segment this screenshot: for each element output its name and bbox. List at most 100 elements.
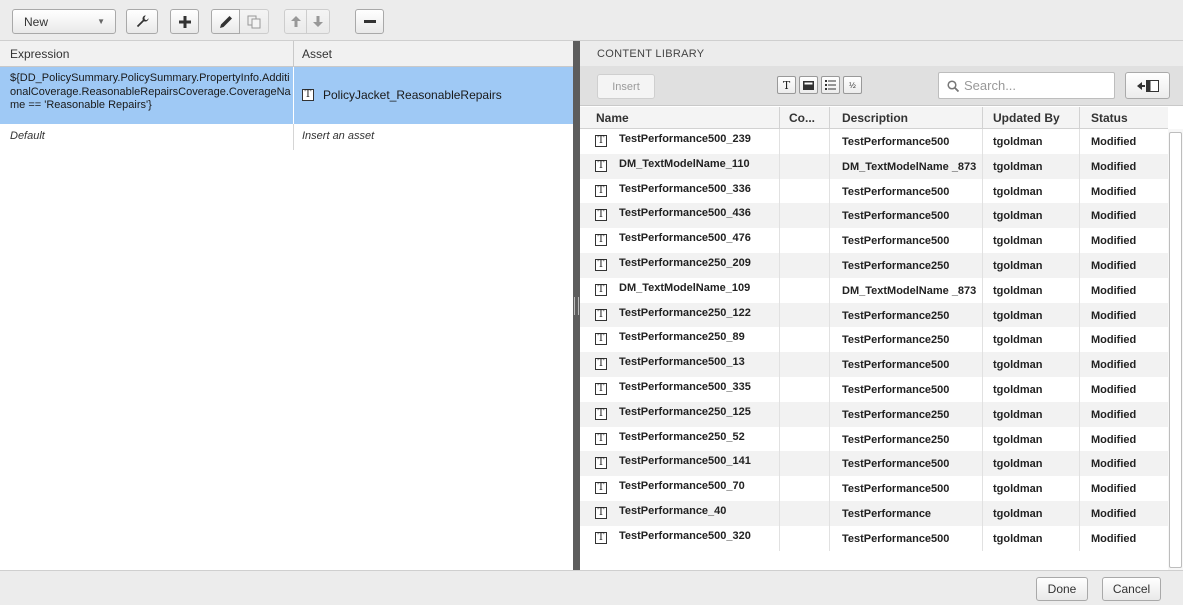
- filter-text-button[interactable]: T: [777, 76, 796, 94]
- search-box[interactable]: [938, 72, 1115, 99]
- table-row[interactable]: T DM_TextModelName_110 DM_TextModelName _8…: [580, 153, 1168, 179]
- move-down-button[interactable]: [307, 9, 330, 34]
- insert-asset-placeholder[interactable]: Insert an asset: [302, 130, 374, 142]
- table-row[interactable]: T TestPerformance500_335 TestPerformance50…: [580, 377, 1168, 402]
- filter-image-button[interactable]: [799, 76, 818, 94]
- text-asset-icon: T: [595, 159, 607, 172]
- cancel-button[interactable]: Cancel: [1102, 577, 1161, 601]
- table-row[interactable]: T TestPerformance250_209 TestPerformance25…: [580, 253, 1168, 278]
- column-divider: [1079, 228, 1080, 253]
- new-dropdown-label: New: [24, 14, 49, 29]
- column-divider: [1079, 426, 1080, 452]
- text-asset-icon: T: [595, 457, 607, 470]
- row-status: Modified: [1091, 185, 1137, 198]
- status-column-header[interactable]: Status: [1091, 111, 1128, 125]
- content-library-panel: CONTENT LIBRARY Insert T ½ Name Co... De…: [580, 41, 1183, 570]
- row-updated-by: tgoldman: [993, 136, 1043, 148]
- done-button[interactable]: Done: [1036, 577, 1088, 601]
- description-column-header[interactable]: Description: [842, 111, 908, 125]
- column-divider: [779, 228, 780, 253]
- new-dropdown-button[interactable]: New ▼: [12, 9, 116, 34]
- collapse-panel-button[interactable]: [1125, 72, 1170, 99]
- column-divider: [293, 41, 294, 67]
- row-name: TestPerformance250_122: [619, 306, 751, 319]
- text-asset-icon: T: [595, 234, 607, 247]
- row-status: Modified: [1091, 235, 1137, 248]
- column-divider: [1079, 153, 1080, 179]
- column-divider: [1079, 525, 1080, 551]
- content-library-title: CONTENT LIBRARY: [597, 48, 705, 60]
- scrollbar-thumb[interactable]: [1169, 132, 1182, 568]
- content-table-body: T TestPerformance500_239 TestPerformance50…: [580, 129, 1168, 569]
- column-divider: [779, 525, 780, 551]
- move-up-button[interactable]: [284, 9, 307, 34]
- column-divider: [1079, 451, 1080, 477]
- copy-icon: [247, 15, 261, 28]
- vertical-scrollbar[interactable]: [1168, 129, 1183, 570]
- row-name: TestPerformance500_239: [619, 133, 751, 145]
- column-divider: [829, 277, 830, 303]
- filter-fraction-button[interactable]: ½: [843, 76, 862, 94]
- text-asset-icon: T: [595, 482, 607, 495]
- splitter-grip-icon[interactable]: [574, 297, 579, 315]
- pane-splitter[interactable]: [573, 41, 580, 570]
- arrow-up-icon: [290, 16, 301, 27]
- copy-button[interactable]: [240, 9, 269, 34]
- text-asset-icon: T: [595, 308, 607, 321]
- table-row[interactable]: T TestPerformance500_239 TestPerformance50…: [580, 129, 1168, 154]
- wrench-button[interactable]: [126, 9, 158, 34]
- asset-column-header[interactable]: Asset: [302, 47, 332, 61]
- text-asset-icon: T: [595, 432, 607, 445]
- column-divider: [829, 107, 830, 129]
- row-updated-by: tgoldman: [993, 235, 1043, 248]
- row-updated-by: tgoldman: [993, 483, 1043, 496]
- column-divider: [982, 277, 983, 303]
- row-name: TestPerformance250_89: [619, 331, 745, 344]
- collapse-left-icon: [1136, 79, 1159, 92]
- filter-list-button[interactable]: [821, 76, 840, 94]
- table-row[interactable]: T DM_TextModelName_109 DM_TextModelName _8…: [580, 277, 1168, 303]
- column-divider: [779, 426, 780, 452]
- rule-row-selected[interactable]: ${DD_PolicySummary.PolicySummary.Propert…: [0, 67, 573, 124]
- name-column-header[interactable]: Name: [596, 111, 629, 125]
- edit-copy-group: [211, 9, 269, 34]
- expression-column-header[interactable]: Expression: [10, 47, 69, 61]
- add-button[interactable]: [170, 9, 199, 34]
- search-input[interactable]: [964, 78, 1104, 93]
- rule-asset[interactable]: T PolicyJacket_ReasonableRepairs: [302, 88, 502, 102]
- updated-by-column-header[interactable]: Updated By: [993, 111, 1060, 125]
- rule-expression[interactable]: ${DD_PolicySummary.PolicySummary.Propert…: [10, 72, 292, 113]
- table-row[interactable]: T TestPerformance500_13 TestPerformance500…: [580, 352, 1168, 377]
- content-library-header: CONTENT LIBRARY: [580, 41, 1183, 66]
- column-divider: [829, 426, 830, 452]
- row-status: Modified: [1091, 532, 1137, 545]
- row-updated-by: tgoldman: [993, 384, 1043, 396]
- table-row[interactable]: T TestPerformance_40 TestPerformance tgoldm…: [580, 501, 1168, 526]
- table-row[interactable]: T TestPerformance500_320 TestPerformance50…: [580, 525, 1168, 551]
- row-description: TestPerformance500: [842, 384, 950, 396]
- rule-row-default[interactable]: Default Insert an asset: [0, 124, 573, 150]
- row-status: Modified: [1091, 359, 1137, 372]
- table-row[interactable]: T TestPerformance250_125 TestPerformance25…: [580, 401, 1168, 427]
- edit-button[interactable]: [211, 9, 240, 34]
- row-name: TestPerformance500_141: [619, 455, 751, 468]
- table-row[interactable]: T TestPerformance250_89 TestPerformance250…: [580, 327, 1168, 353]
- column-divider: [779, 153, 780, 179]
- row-description: TestPerformance500: [842, 458, 950, 471]
- table-row[interactable]: T TestPerformance500_436 TestPerformance50…: [580, 203, 1168, 229]
- table-row[interactable]: T TestPerformance500_476 TestPerformance50…: [580, 228, 1168, 253]
- table-row[interactable]: T TestPerformance500_70 TestPerformance500…: [580, 476, 1168, 501]
- table-row[interactable]: T TestPerformance250_52 TestPerformance250…: [580, 426, 1168, 452]
- column-divider: [779, 501, 780, 526]
- table-row[interactable]: T TestPerformance250_122 TestPerformance25…: [580, 302, 1168, 328]
- table-row[interactable]: T TestPerformance500_141 TestPerformance50…: [580, 451, 1168, 477]
- column-divider: [982, 228, 983, 253]
- insert-button[interactable]: Insert: [597, 74, 655, 99]
- rule-asset-name: PolicyJacket_ReasonableRepairs: [323, 88, 502, 102]
- arrow-down-icon: [313, 16, 323, 27]
- remove-button[interactable]: [355, 9, 384, 34]
- row-status: Modified: [1091, 160, 1137, 173]
- co-column-header[interactable]: Co...: [789, 111, 815, 125]
- column-divider: [1079, 327, 1080, 353]
- table-row[interactable]: T TestPerformance500_336 TestPerformance50…: [580, 178, 1168, 204]
